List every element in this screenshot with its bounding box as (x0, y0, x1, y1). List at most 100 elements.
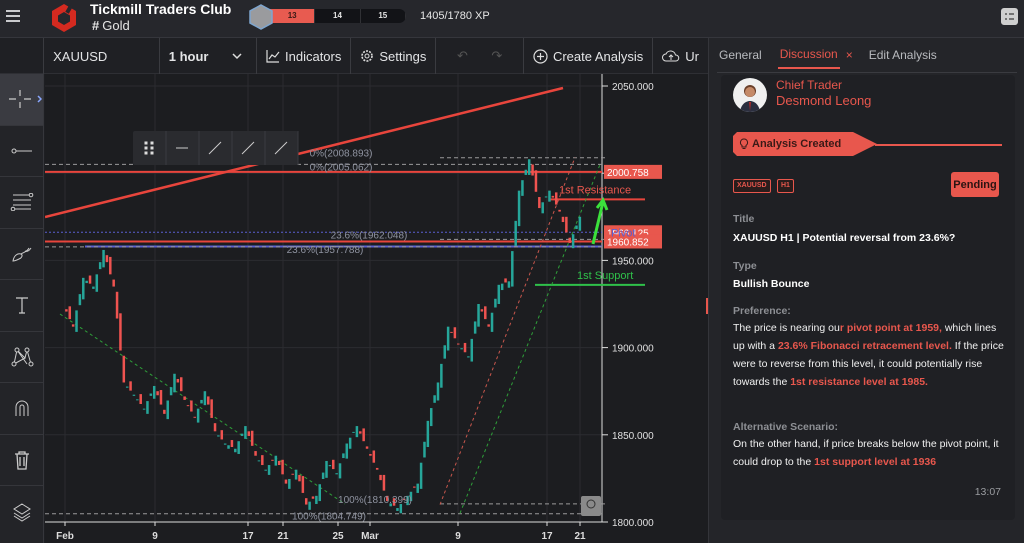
timeframe-select[interactable]: 1 hour (160, 38, 257, 74)
menu-icon[interactable] (6, 10, 20, 22)
lightbulb-button (581, 496, 601, 516)
candle (166, 400, 169, 420)
candle (142, 408, 146, 410)
author-avatar[interactable] (733, 78, 767, 112)
horizontal-line-tool[interactable] (0, 126, 43, 177)
y-tick-label: 1800.000 (612, 518, 654, 529)
candle (416, 483, 419, 493)
pattern-icon (11, 347, 33, 367)
candle (71, 324, 75, 327)
candle (169, 387, 173, 396)
chevron-down-icon (232, 53, 242, 60)
channel-name[interactable]: # Gold (92, 18, 130, 33)
candle (578, 216, 582, 231)
candle (544, 196, 548, 198)
candle (82, 277, 85, 300)
close-tab-icon[interactable]: × (846, 48, 853, 62)
chart-canvas[interactable]: 2050.0002000.0001950.0001900.0001850.000… (45, 74, 708, 543)
brush-tool[interactable] (0, 229, 43, 280)
xp-text: 1405/1780 XP (420, 10, 490, 22)
candle (369, 453, 372, 456)
tab-general[interactable]: General (717, 42, 764, 68)
highlight-text: 1st resistance level at 1985. (790, 376, 928, 388)
alternative-text: On the other hand, if price breaks below… (733, 435, 1008, 471)
create-analysis-button[interactable]: Create Analysis (524, 38, 654, 74)
undo-icon[interactable]: ↶ (457, 48, 468, 64)
candle (342, 453, 345, 459)
candle (534, 170, 538, 192)
crosshair-tool[interactable] (0, 74, 43, 126)
x-tick-label: 21 (277, 531, 289, 542)
candle (538, 197, 541, 209)
candle (65, 309, 68, 312)
upload-button[interactable]: Ur (653, 38, 708, 74)
candle (105, 255, 109, 263)
indicators-button[interactable]: Indicators (257, 38, 352, 74)
highlight-text: 1st support level at 1936 (814, 456, 937, 468)
candle (146, 401, 149, 414)
upload-cloud-icon (662, 50, 680, 62)
candle (457, 343, 460, 345)
candle (125, 386, 129, 388)
type-label: Type (733, 260, 757, 272)
fib-label: 23.6%(1957.788) (287, 245, 364, 256)
candle (325, 460, 328, 478)
magnet-tool[interactable] (0, 383, 43, 435)
tab-discussion[interactable]: Discussion (777, 41, 840, 69)
checklist-icon[interactable] (1001, 8, 1018, 25)
candle (271, 459, 274, 461)
candle (345, 443, 349, 459)
candle (362, 428, 365, 442)
candle (119, 313, 122, 351)
analysis-card: Chief Trader Desmond Leong Analysis Crea… (721, 75, 1015, 520)
brush-icon (11, 247, 31, 262)
fib-diagonal (439, 157, 576, 505)
delete-tool[interactable] (0, 435, 43, 486)
candle (112, 279, 115, 287)
candle (244, 426, 247, 439)
symbol-tag: XAUUSD (733, 179, 771, 193)
preference-text: The price is nearing our pivot point at … (733, 319, 1008, 391)
candle (227, 445, 230, 449)
candle (467, 356, 470, 358)
candle (207, 396, 210, 405)
candle (115, 291, 119, 319)
candle (413, 486, 416, 488)
candle (68, 306, 72, 320)
candle (196, 408, 200, 423)
pattern-tool[interactable] (0, 332, 43, 383)
text-tool[interactable] (0, 280, 43, 332)
candle (294, 469, 298, 480)
fib-tool[interactable] (0, 177, 43, 229)
candle (375, 467, 379, 470)
redo-icon[interactable]: ↷ (491, 48, 502, 64)
candle (132, 394, 136, 396)
settings-button[interactable]: Settings (351, 38, 437, 74)
price-chart[interactable]: 2050.0002000.0001950.0001900.0001850.000… (45, 74, 708, 543)
annotation-label: Pivot (611, 227, 635, 239)
symbol-selector[interactable]: XAUUSD (44, 38, 160, 74)
author-name[interactable]: Desmond Leong (776, 93, 871, 108)
candle (436, 382, 440, 401)
x-tick-label: 25 (332, 531, 344, 542)
trash-icon (14, 451, 29, 470)
tab-edit-analysis[interactable]: Edit Analysis (867, 42, 939, 68)
candle (203, 391, 207, 406)
chart-toolbar: XAUUSD 1 hour Indicators Settings ↶ ↷ Cre… (0, 38, 708, 74)
candle (254, 451, 257, 456)
candle (470, 338, 474, 362)
magnet-icon (15, 400, 28, 417)
candle (92, 286, 95, 289)
candle (426, 420, 430, 448)
drawing-tools-sidebar (0, 74, 44, 543)
tickmill-logo (52, 4, 76, 32)
candle (152, 385, 156, 399)
candle (382, 474, 386, 491)
candle (359, 431, 362, 434)
candle (257, 460, 261, 462)
candle (561, 216, 565, 223)
text-icon (15, 297, 28, 314)
xp-progress-bar: 13 14 15 (270, 9, 406, 23)
layers-tool[interactable] (0, 486, 43, 538)
candle (234, 448, 237, 453)
